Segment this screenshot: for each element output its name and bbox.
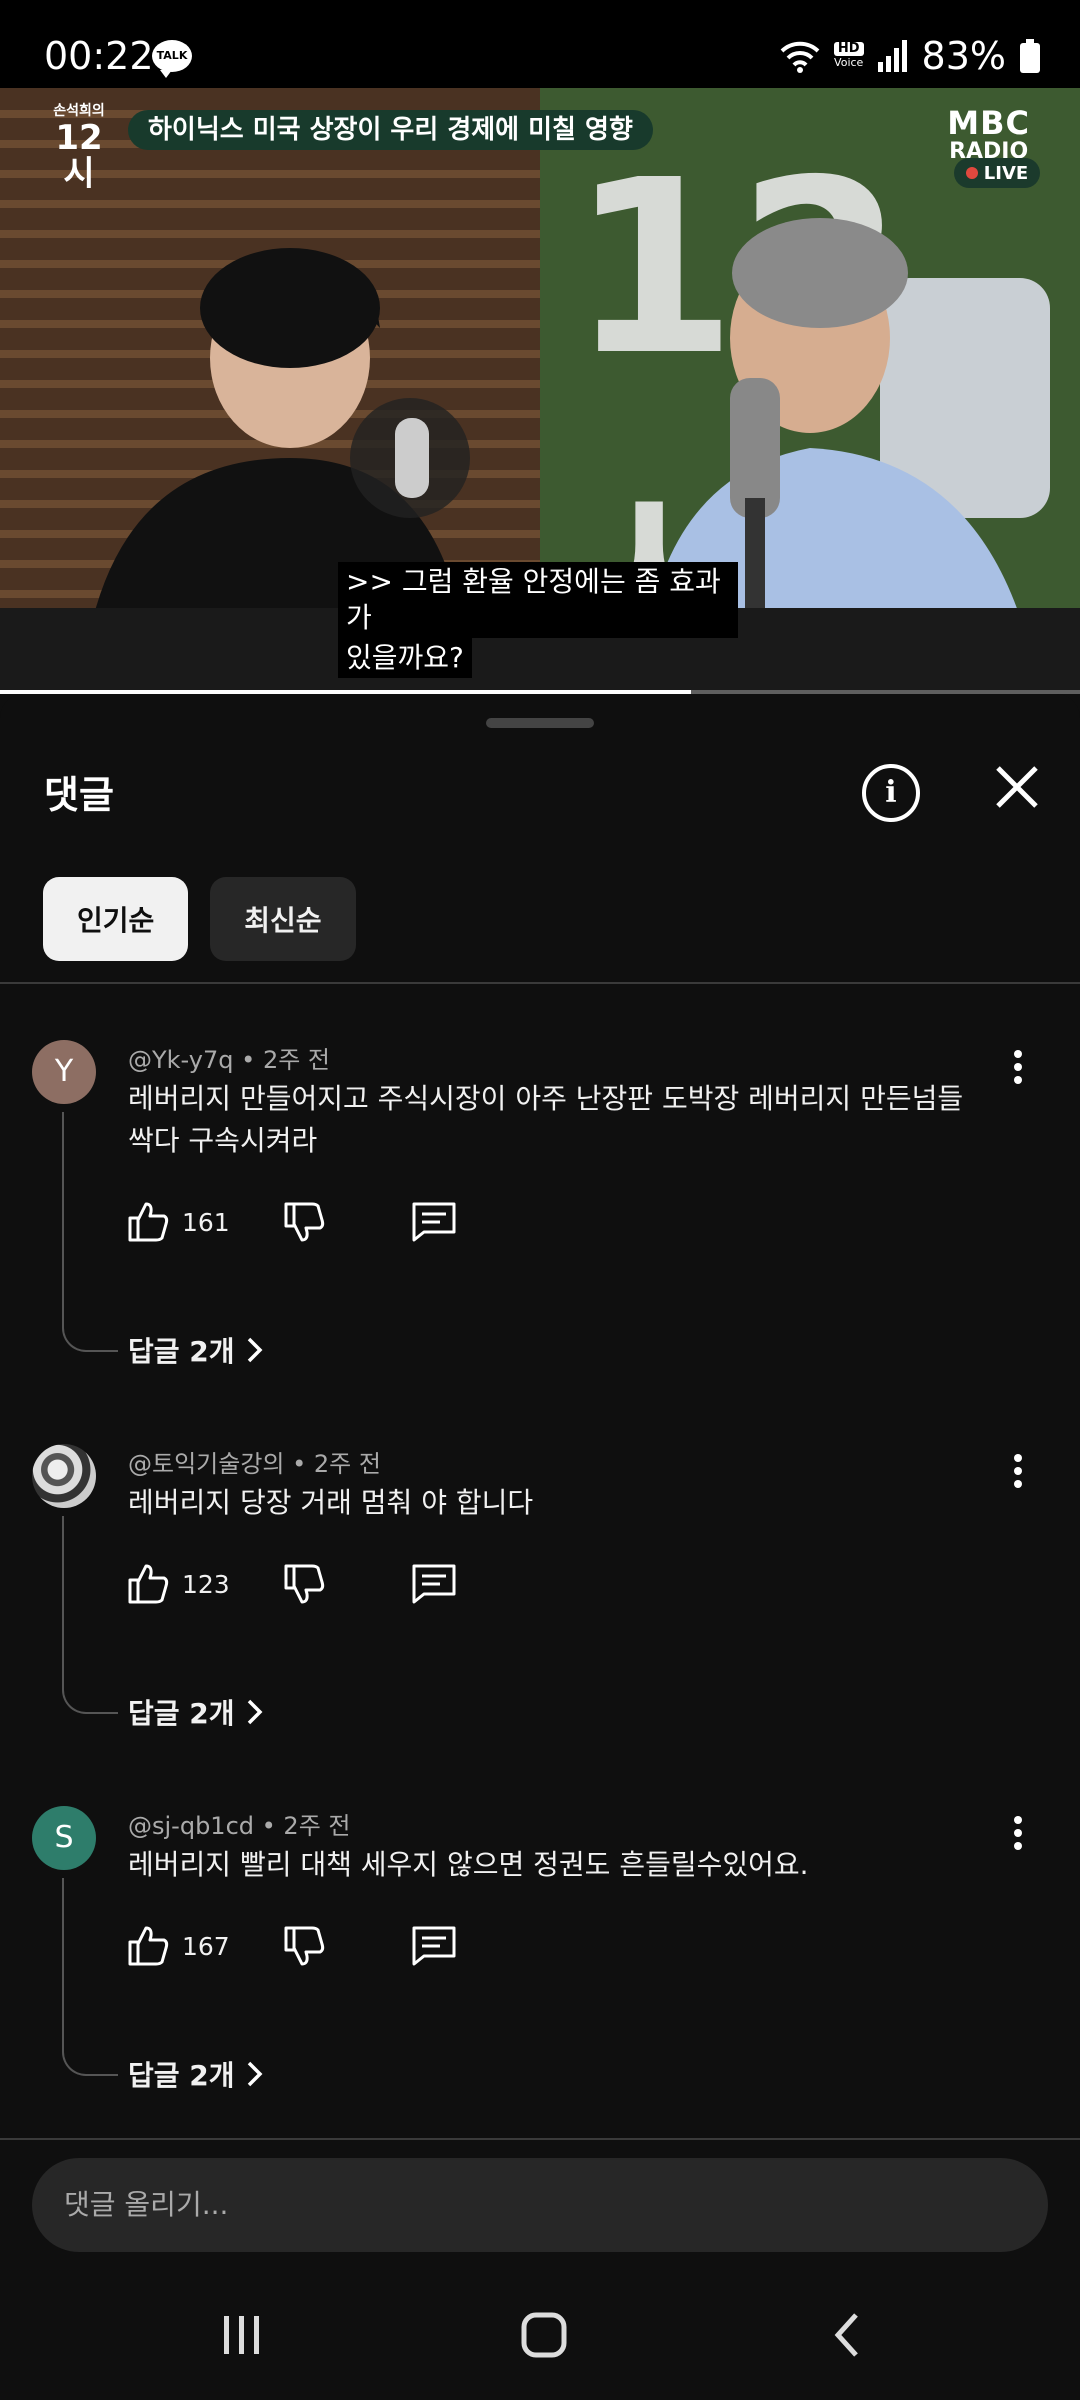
sort-chips: 인기순 최신순: [43, 877, 356, 961]
signal-icon: [877, 40, 907, 72]
recents-icon[interactable]: [212, 2312, 272, 2358]
thread-line: [62, 1516, 118, 1714]
hd-label: HD: [833, 42, 864, 56]
like-icon[interactable]: [124, 1922, 172, 1970]
status-icons: HD Voice 83%: [780, 34, 1040, 78]
broadcaster-name: MBC: [947, 104, 1030, 142]
show-logo: 손석희의 12시: [46, 102, 112, 192]
comment-text: 레버리지 만들어지고 주식시장이 아주 난장판 도박장 레버리지 만든넘들 싹다…: [128, 1082, 964, 1157]
like-icon[interactable]: [124, 1560, 172, 1608]
more-icon[interactable]: [1008, 1050, 1028, 1090]
battery-icon: [1020, 39, 1040, 73]
close-icon[interactable]: [990, 760, 1044, 814]
comment-time: 2주 전: [283, 1812, 351, 1840]
video-player[interactable]: 12시 손석희의 12시 하이닉스 미국 상장이 우리 경제에 미칠 영향 MB…: [0, 88, 1080, 694]
system-nav-bar: [0, 2270, 1080, 2400]
comment-meta: @Yk-y7q • 2주 전: [128, 1046, 330, 1074]
status-bar: 00:22 TALK HD Voice 83%: [0, 0, 1080, 88]
like-count: 161: [182, 1207, 230, 1237]
divider: [0, 982, 1080, 984]
thread-line: [62, 1878, 118, 2076]
live-dot-icon: [965, 167, 978, 179]
mbc-radio-logo: MBC RADIO: [947, 106, 1030, 164]
wifi-icon: [780, 41, 820, 73]
drag-handle[interactable]: [486, 718, 594, 728]
comment-author[interactable]: @토익기술강의: [128, 1450, 284, 1478]
more-icon[interactable]: [1008, 1816, 1028, 1856]
chevron-right-icon: [247, 1699, 262, 1725]
caption-line-1: >> 그럼 환율 안정에는 좀 효과가: [338, 562, 738, 638]
home-icon[interactable]: [514, 2312, 574, 2358]
replies-button[interactable]: 답글 2개: [128, 1330, 265, 1370]
avatar[interactable]: [32, 1444, 96, 1508]
comment-meta: @토익기술강의 • 2주 전: [128, 1450, 381, 1478]
chevron-right-icon: [247, 1337, 262, 1363]
comment-actions: 167: [124, 1916, 458, 1976]
dislike-icon[interactable]: [280, 1560, 328, 1608]
battery-percent: 83%: [921, 34, 1006, 78]
comment-author[interactable]: @sj-qb1cd: [128, 1812, 254, 1840]
sort-chip-newest[interactable]: 최신순: [210, 877, 356, 961]
reply-icon[interactable]: [410, 1198, 458, 1246]
hd-voice-badge: HD Voice: [833, 42, 864, 70]
replies-button[interactable]: 답글 2개: [128, 2054, 265, 2094]
comment-author[interactable]: @Yk-y7q: [128, 1046, 234, 1074]
comment-time: 2주 전: [313, 1450, 381, 1478]
video-headline: 하이닉스 미국 상장이 우리 경제에 미칠 영향: [128, 110, 653, 150]
live-badge: LIVE: [954, 158, 1040, 188]
replies-label: 답글 2개: [128, 1697, 235, 1730]
add-comment-input[interactable]: 댓글 올리기...: [32, 2158, 1048, 2252]
replies-label: 답글 2개: [128, 1335, 235, 1368]
comment-text: 레버리지 빨리 대책 세우지 않으면 정권도 흔들릴수있어요.: [128, 1848, 809, 1881]
comment-time: 2주 전: [262, 1046, 330, 1074]
video-caption: >> 그럼 환율 안정에는 좀 효과가 있을까요?: [338, 562, 738, 678]
divider: [0, 2138, 1080, 2140]
talk-icon: TALK: [152, 40, 192, 78]
info-icon[interactable]: i: [862, 764, 920, 822]
like-icon[interactable]: [124, 1198, 172, 1246]
dislike-icon[interactable]: [280, 1922, 328, 1970]
reply-icon[interactable]: [410, 1560, 458, 1608]
sort-chip-popular[interactable]: 인기순: [43, 877, 189, 961]
status-time: 00:22: [44, 34, 154, 78]
comment-actions: 161: [124, 1192, 458, 1252]
avatar[interactable]: S: [32, 1806, 96, 1870]
voice-label: Voice: [834, 56, 864, 69]
comment-actions: 123: [124, 1554, 458, 1614]
dislike-icon[interactable]: [280, 1198, 328, 1246]
replies-label: 답글 2개: [128, 2059, 235, 2092]
avatar[interactable]: Y: [32, 1040, 96, 1104]
caption-line-2: 있을까요?: [338, 638, 472, 678]
comment-text: 레버리지 당장 거래 멈춰 야 합니다: [128, 1486, 534, 1519]
like-count: 123: [182, 1569, 230, 1599]
like-count: 167: [182, 1931, 230, 1961]
back-icon[interactable]: [818, 2312, 878, 2358]
reply-icon[interactable]: [410, 1922, 458, 1970]
comment-meta: @sj-qb1cd • 2주 전: [128, 1812, 351, 1840]
chevron-right-icon: [247, 2061, 262, 2087]
show-logo-main: 12시: [55, 118, 103, 194]
live-label: LIVE: [983, 162, 1029, 184]
panel-title: 댓글: [44, 773, 114, 817]
more-icon[interactable]: [1008, 1454, 1028, 1494]
replies-button[interactable]: 답글 2개: [128, 1692, 265, 1732]
thread-line: [62, 1112, 118, 1352]
